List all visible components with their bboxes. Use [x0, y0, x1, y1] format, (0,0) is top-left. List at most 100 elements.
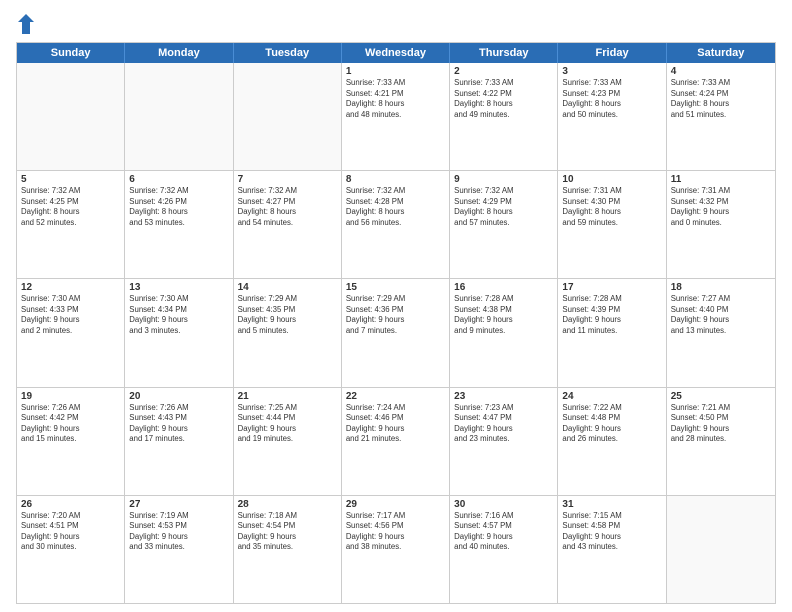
day-number: 5: [21, 174, 120, 185]
day-info: Sunrise: 7:24 AMSunset: 4:46 PMDaylight:…: [346, 403, 445, 445]
day-number: 7: [238, 174, 337, 185]
day-cell: [17, 63, 125, 170]
day-number: 3: [562, 66, 661, 77]
day-info: Sunrise: 7:31 AMSunset: 4:30 PMDaylight:…: [562, 186, 661, 228]
day-number: 30: [454, 499, 553, 510]
day-cell: 21Sunrise: 7:25 AMSunset: 4:44 PMDayligh…: [234, 388, 342, 495]
day-number: 11: [671, 174, 771, 185]
day-info: Sunrise: 7:17 AMSunset: 4:56 PMDaylight:…: [346, 511, 445, 553]
day-number: 13: [129, 282, 228, 293]
week-row-1: 1Sunrise: 7:33 AMSunset: 4:21 PMDaylight…: [17, 63, 775, 170]
day-info: Sunrise: 7:20 AMSunset: 4:51 PMDaylight:…: [21, 511, 120, 553]
day-info: Sunrise: 7:32 AMSunset: 4:25 PMDaylight:…: [21, 186, 120, 228]
day-cell: 1Sunrise: 7:33 AMSunset: 4:21 PMDaylight…: [342, 63, 450, 170]
day-number: 12: [21, 282, 120, 293]
day-number: 17: [562, 282, 661, 293]
day-cell: 22Sunrise: 7:24 AMSunset: 4:46 PMDayligh…: [342, 388, 450, 495]
week-row-2: 5Sunrise: 7:32 AMSunset: 4:25 PMDaylight…: [17, 170, 775, 278]
day-info: Sunrise: 7:28 AMSunset: 4:38 PMDaylight:…: [454, 294, 553, 336]
day-info: Sunrise: 7:25 AMSunset: 4:44 PMDaylight:…: [238, 403, 337, 445]
day-cell: 8Sunrise: 7:32 AMSunset: 4:28 PMDaylight…: [342, 171, 450, 278]
day-info: Sunrise: 7:31 AMSunset: 4:32 PMDaylight:…: [671, 186, 771, 228]
day-info: Sunrise: 7:33 AMSunset: 4:23 PMDaylight:…: [562, 78, 661, 120]
day-cell: [667, 496, 775, 603]
day-cell: 14Sunrise: 7:29 AMSunset: 4:35 PMDayligh…: [234, 279, 342, 386]
day-info: Sunrise: 7:32 AMSunset: 4:26 PMDaylight:…: [129, 186, 228, 228]
day-cell: 7Sunrise: 7:32 AMSunset: 4:27 PMDaylight…: [234, 171, 342, 278]
day-cell: 31Sunrise: 7:15 AMSunset: 4:58 PMDayligh…: [558, 496, 666, 603]
day-info: Sunrise: 7:30 AMSunset: 4:34 PMDaylight:…: [129, 294, 228, 336]
day-number: 2: [454, 66, 553, 77]
day-cell: 25Sunrise: 7:21 AMSunset: 4:50 PMDayligh…: [667, 388, 775, 495]
day-number: 1: [346, 66, 445, 77]
day-cell: 15Sunrise: 7:29 AMSunset: 4:36 PMDayligh…: [342, 279, 450, 386]
day-number: 22: [346, 391, 445, 402]
day-number: 21: [238, 391, 337, 402]
day-cell: 23Sunrise: 7:23 AMSunset: 4:47 PMDayligh…: [450, 388, 558, 495]
day-number: 4: [671, 66, 771, 77]
day-cell: 26Sunrise: 7:20 AMSunset: 4:51 PMDayligh…: [17, 496, 125, 603]
day-info: Sunrise: 7:29 AMSunset: 4:36 PMDaylight:…: [346, 294, 445, 336]
day-cell: 6Sunrise: 7:32 AMSunset: 4:26 PMDaylight…: [125, 171, 233, 278]
day-header-monday: Monday: [125, 43, 233, 63]
day-number: 29: [346, 499, 445, 510]
day-header-wednesday: Wednesday: [342, 43, 450, 63]
day-cell: 11Sunrise: 7:31 AMSunset: 4:32 PMDayligh…: [667, 171, 775, 278]
day-cell: [125, 63, 233, 170]
day-info: Sunrise: 7:27 AMSunset: 4:40 PMDaylight:…: [671, 294, 771, 336]
day-info: Sunrise: 7:32 AMSunset: 4:28 PMDaylight:…: [346, 186, 445, 228]
day-cell: [234, 63, 342, 170]
day-info: Sunrise: 7:30 AMSunset: 4:33 PMDaylight:…: [21, 294, 120, 336]
day-cell: 29Sunrise: 7:17 AMSunset: 4:56 PMDayligh…: [342, 496, 450, 603]
day-number: 27: [129, 499, 228, 510]
day-cell: 17Sunrise: 7:28 AMSunset: 4:39 PMDayligh…: [558, 279, 666, 386]
day-number: 10: [562, 174, 661, 185]
day-info: Sunrise: 7:33 AMSunset: 4:24 PMDaylight:…: [671, 78, 771, 120]
day-cell: 3Sunrise: 7:33 AMSunset: 4:23 PMDaylight…: [558, 63, 666, 170]
week-row-4: 19Sunrise: 7:26 AMSunset: 4:42 PMDayligh…: [17, 387, 775, 495]
day-info: Sunrise: 7:26 AMSunset: 4:42 PMDaylight:…: [21, 403, 120, 445]
day-info: Sunrise: 7:18 AMSunset: 4:54 PMDaylight:…: [238, 511, 337, 553]
day-number: 26: [21, 499, 120, 510]
day-cell: 9Sunrise: 7:32 AMSunset: 4:29 PMDaylight…: [450, 171, 558, 278]
day-number: 23: [454, 391, 553, 402]
day-cell: 10Sunrise: 7:31 AMSunset: 4:30 PMDayligh…: [558, 171, 666, 278]
day-number: 16: [454, 282, 553, 293]
day-cell: 27Sunrise: 7:19 AMSunset: 4:53 PMDayligh…: [125, 496, 233, 603]
day-number: 14: [238, 282, 337, 293]
day-cell: 19Sunrise: 7:26 AMSunset: 4:42 PMDayligh…: [17, 388, 125, 495]
day-headers-row: SundayMondayTuesdayWednesdayThursdayFrid…: [17, 43, 775, 63]
day-cell: 30Sunrise: 7:16 AMSunset: 4:57 PMDayligh…: [450, 496, 558, 603]
day-number: 6: [129, 174, 228, 185]
day-info: Sunrise: 7:32 AMSunset: 4:27 PMDaylight:…: [238, 186, 337, 228]
day-info: Sunrise: 7:26 AMSunset: 4:43 PMDaylight:…: [129, 403, 228, 445]
day-info: Sunrise: 7:22 AMSunset: 4:48 PMDaylight:…: [562, 403, 661, 445]
day-number: 19: [21, 391, 120, 402]
day-cell: 2Sunrise: 7:33 AMSunset: 4:22 PMDaylight…: [450, 63, 558, 170]
day-cell: 16Sunrise: 7:28 AMSunset: 4:38 PMDayligh…: [450, 279, 558, 386]
day-info: Sunrise: 7:28 AMSunset: 4:39 PMDaylight:…: [562, 294, 661, 336]
day-cell: 24Sunrise: 7:22 AMSunset: 4:48 PMDayligh…: [558, 388, 666, 495]
day-cell: 4Sunrise: 7:33 AMSunset: 4:24 PMDaylight…: [667, 63, 775, 170]
week-row-3: 12Sunrise: 7:30 AMSunset: 4:33 PMDayligh…: [17, 278, 775, 386]
logo-icon: [16, 12, 36, 36]
day-header-thursday: Thursday: [450, 43, 558, 63]
day-info: Sunrise: 7:16 AMSunset: 4:57 PMDaylight:…: [454, 511, 553, 553]
day-info: Sunrise: 7:21 AMSunset: 4:50 PMDaylight:…: [671, 403, 771, 445]
day-cell: 13Sunrise: 7:30 AMSunset: 4:34 PMDayligh…: [125, 279, 233, 386]
day-cell: 20Sunrise: 7:26 AMSunset: 4:43 PMDayligh…: [125, 388, 233, 495]
calendar: SundayMondayTuesdayWednesdayThursdayFrid…: [16, 42, 776, 604]
weeks-container: 1Sunrise: 7:33 AMSunset: 4:21 PMDaylight…: [17, 63, 775, 603]
day-number: 15: [346, 282, 445, 293]
day-number: 20: [129, 391, 228, 402]
logo: [16, 12, 40, 36]
day-info: Sunrise: 7:33 AMSunset: 4:22 PMDaylight:…: [454, 78, 553, 120]
day-cell: 5Sunrise: 7:32 AMSunset: 4:25 PMDaylight…: [17, 171, 125, 278]
day-number: 24: [562, 391, 661, 402]
day-number: 28: [238, 499, 337, 510]
day-info: Sunrise: 7:29 AMSunset: 4:35 PMDaylight:…: [238, 294, 337, 336]
day-header-sunday: Sunday: [17, 43, 125, 63]
day-number: 18: [671, 282, 771, 293]
day-info: Sunrise: 7:19 AMSunset: 4:53 PMDaylight:…: [129, 511, 228, 553]
day-cell: 12Sunrise: 7:30 AMSunset: 4:33 PMDayligh…: [17, 279, 125, 386]
